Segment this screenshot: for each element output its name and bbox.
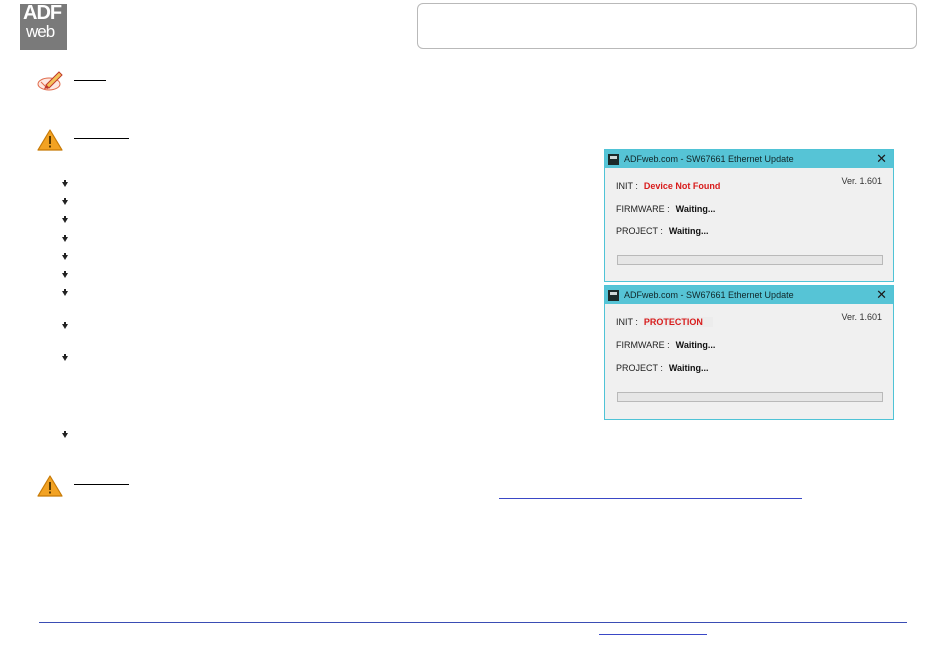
close-icon[interactable]: ✕ [876,287,887,302]
warning-heading-underline [74,484,129,485]
project-status: Waiting... [668,226,709,236]
window-title: ADFweb.com - SW67661 Ethernet Update [624,290,794,300]
firmware-label: FIRMWARE : [616,204,670,214]
arrow-bullet-icon [61,253,69,261]
arrow-bullet-icon [61,431,69,439]
init-row: INIT : Device Not Found [616,181,720,191]
hyperlink-underline[interactable] [499,498,802,499]
note-heading-underline [74,80,106,81]
project-status: Waiting... [668,363,709,373]
progress-bar [617,255,883,265]
arrow-bullet-icon [61,322,69,330]
project-label: PROJECT : [616,226,663,236]
footer-divider [39,622,907,623]
arrow-bullet-icon [61,289,69,297]
warning-triangle-icon [37,128,63,152]
header-box [417,3,917,49]
warning-heading-underline [74,138,129,139]
version-label: Ver. 1.601 [841,176,882,186]
init-label: INIT : [616,317,638,327]
arrow-bullet-icon [61,216,69,224]
firmware-status: Waiting... [675,204,716,214]
init-row: INIT : PROTECTION [616,317,713,327]
init-label: INIT : [616,181,638,191]
project-label: PROJECT : [616,363,663,373]
init-status: Device Not Found [643,181,721,191]
arrow-bullet-icon [61,198,69,206]
window-titlebar: ADFweb.com - SW67661 Ethernet Update ✕ [605,286,893,304]
logo-text-bottom: web [26,22,55,41]
note-pencil-icon [36,67,64,93]
arrow-bullet-icon [61,271,69,279]
update-window-protection: ADFweb.com - SW67661 Ethernet Update ✕ V… [604,285,894,420]
init-status: PROTECTION [643,317,713,327]
update-window-device-not-found: ADFweb.com - SW67661 Ethernet Update ✕ V… [604,149,894,282]
progress-bar [617,392,883,402]
arrow-bullet-icon [61,180,69,188]
firmware-row: FIRMWARE : Waiting... [616,204,715,214]
firmware-label: FIRMWARE : [616,340,670,350]
arrow-bullet-icon [61,354,69,362]
firmware-status: Waiting... [675,340,716,350]
arrow-bullet-icon [61,235,69,243]
close-icon[interactable]: ✕ [876,151,887,166]
version-label: Ver. 1.601 [841,312,882,322]
footer-link-underline[interactable] [599,634,707,635]
app-icon [608,153,619,165]
project-row: PROJECT : Waiting... [616,363,709,373]
adfweb-logo: ADF web [20,2,67,50]
window-titlebar: ADFweb.com - SW67661 Ethernet Update ✕ [605,150,893,168]
project-row: PROJECT : Waiting... [616,226,709,236]
window-title: ADFweb.com - SW67661 Ethernet Update [624,154,794,164]
app-icon [608,289,619,301]
firmware-row: FIRMWARE : Waiting... [616,340,715,350]
warning-triangle-icon [37,474,63,498]
